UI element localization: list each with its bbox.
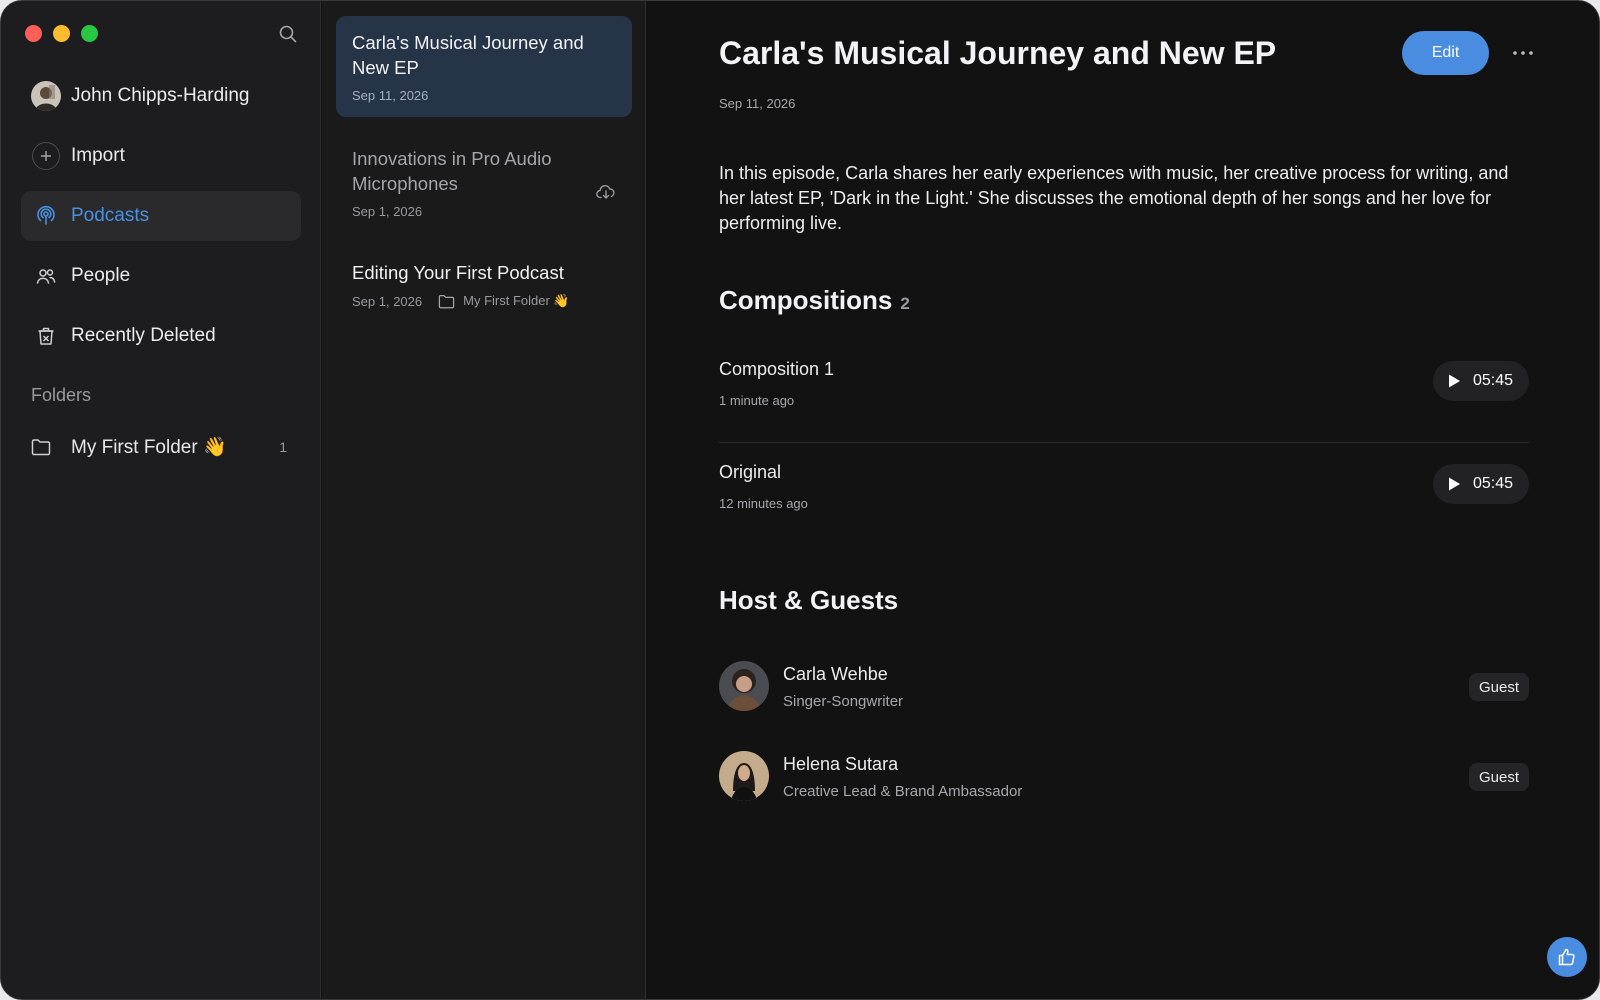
app-window: John Chipps-Harding Import Podcasts Peop… bbox=[0, 0, 1600, 1000]
episode-item-editing[interactable]: Editing Your First Podcast Sep 1, 2026 M… bbox=[336, 246, 632, 323]
plus-icon bbox=[32, 142, 60, 170]
episode-date: Sep 1, 2026 bbox=[352, 293, 423, 309]
close-window-button[interactable] bbox=[25, 25, 42, 42]
composition-name: Composition 1 bbox=[719, 359, 835, 379]
plus-icon-wrap bbox=[31, 141, 61, 171]
sidebar-nav: John Chipps-Harding Import Podcasts Peop… bbox=[21, 71, 301, 371]
sidebar: John Chipps-Harding Import Podcasts Peop… bbox=[1, 1, 321, 999]
episode-title: Carla's Musical Journey and New EP bbox=[352, 32, 584, 78]
sidebar-item-podcasts[interactable]: Podcasts bbox=[21, 191, 301, 241]
episode-item-carla[interactable]: Carla's Musical Journey and New EP Sep 1… bbox=[336, 16, 632, 117]
avatar bbox=[719, 751, 769, 801]
composition-time: 1 minute ago bbox=[719, 393, 795, 408]
episode-date: Sep 1, 2026 bbox=[352, 204, 423, 219]
guest-badge: Guest bbox=[1468, 673, 1529, 701]
minimize-window-button[interactable] bbox=[53, 25, 70, 42]
episode-detail-title: Carla's Musical Journey and New EP bbox=[719, 35, 1277, 71]
sidebar-item-recently-deleted[interactable]: Recently Deleted bbox=[21, 311, 301, 361]
guests-heading: Host & Guests bbox=[719, 585, 899, 615]
compositions-heading-label: Compositions bbox=[719, 285, 893, 315]
podcast-icon bbox=[31, 201, 61, 231]
sidebar-item-people[interactable]: People bbox=[21, 251, 301, 301]
play-icon bbox=[1449, 374, 1460, 388]
play-button[interactable]: 05:45 bbox=[1433, 464, 1529, 504]
composition-row[interactable]: Composition 1 1 minute ago 05:45 bbox=[719, 341, 1529, 443]
more-options-icon[interactable] bbox=[1509, 41, 1537, 65]
episode-folder-label: My First Folder 👋 bbox=[463, 293, 570, 308]
trash-icon bbox=[31, 321, 61, 351]
cloud-download-icon[interactable] bbox=[596, 184, 616, 205]
guest-name: Carla Wehbe bbox=[783, 664, 888, 684]
avatar bbox=[719, 661, 769, 711]
compositions-count: 2 bbox=[900, 294, 910, 313]
edit-button[interactable]: Edit bbox=[1402, 31, 1489, 75]
episode-item-microphones[interactable]: Innovations in Pro Audio Microphones Sep… bbox=[336, 132, 632, 233]
guest-badge: Guest bbox=[1468, 763, 1529, 791]
play-button[interactable]: 05:45 bbox=[1433, 361, 1529, 401]
search-icon[interactable] bbox=[277, 23, 299, 45]
account-avatar-wrap bbox=[31, 81, 61, 111]
folder-count: 1 bbox=[279, 439, 287, 455]
sidebar-item-label: Recently Deleted bbox=[71, 325, 216, 346]
feedback-button[interactable] bbox=[1547, 937, 1587, 977]
sidebar-item-folder[interactable]: My First Folder 👋 1 bbox=[21, 427, 301, 467]
account-name: John Chipps-Harding bbox=[71, 85, 250, 106]
composition-name: Original bbox=[719, 462, 782, 482]
window-controls bbox=[25, 25, 98, 42]
episode-detail-date: Sep 11, 2026 bbox=[719, 96, 796, 111]
sidebar-item-label: People bbox=[71, 265, 131, 286]
guest-role: Creative Lead & Brand Ambassador bbox=[783, 783, 1023, 800]
folders-heading: Folders bbox=[31, 385, 92, 405]
guest-row[interactable]: Helena Sutara Creative Lead & Brand Amba… bbox=[719, 751, 1529, 805]
zoom-window-button[interactable] bbox=[81, 25, 98, 42]
composition-duration: 05:45 bbox=[1473, 372, 1514, 389]
people-icon bbox=[31, 261, 61, 291]
episode-title: Innovations in Pro Audio Microphones bbox=[352, 148, 552, 194]
composition-row[interactable]: Original 12 minutes ago 05:45 bbox=[719, 444, 1529, 546]
episode-detail: Carla's Musical Journey and New EP Sep 1… bbox=[647, 1, 1599, 999]
folder-label: My First Folder 👋 bbox=[71, 437, 227, 458]
composition-duration: 05:45 bbox=[1473, 475, 1514, 492]
episode-title: Editing Your First Podcast bbox=[352, 262, 564, 283]
import-button[interactable]: Import bbox=[21, 131, 301, 181]
guest-row[interactable]: Carla Wehbe Singer-Songwriter Guest bbox=[719, 661, 1529, 715]
guest-name: Helena Sutara bbox=[783, 754, 899, 774]
sidebar-item-label: Podcasts bbox=[71, 205, 150, 226]
folder-icon bbox=[31, 438, 61, 456]
import-label: Import bbox=[71, 145, 125, 166]
play-icon bbox=[1449, 477, 1460, 491]
avatar bbox=[31, 81, 61, 111]
folder-icon bbox=[438, 294, 455, 308]
composition-time: 12 minutes ago bbox=[719, 496, 808, 511]
account-item[interactable]: John Chipps-Harding bbox=[21, 71, 301, 121]
guest-role: Singer-Songwriter bbox=[783, 693, 904, 710]
episode-list: Carla's Musical Journey and New EP Sep 1… bbox=[322, 1, 646, 999]
compositions-heading: Compositions 2 bbox=[719, 285, 910, 316]
episode-folder-tag: My First Folder 👋 bbox=[438, 293, 570, 309]
episode-date: Sep 11, 2026 bbox=[352, 88, 429, 103]
thumbs-up-icon bbox=[1558, 948, 1575, 966]
episode-description: In this episode, Carla shares her early … bbox=[719, 163, 1509, 233]
